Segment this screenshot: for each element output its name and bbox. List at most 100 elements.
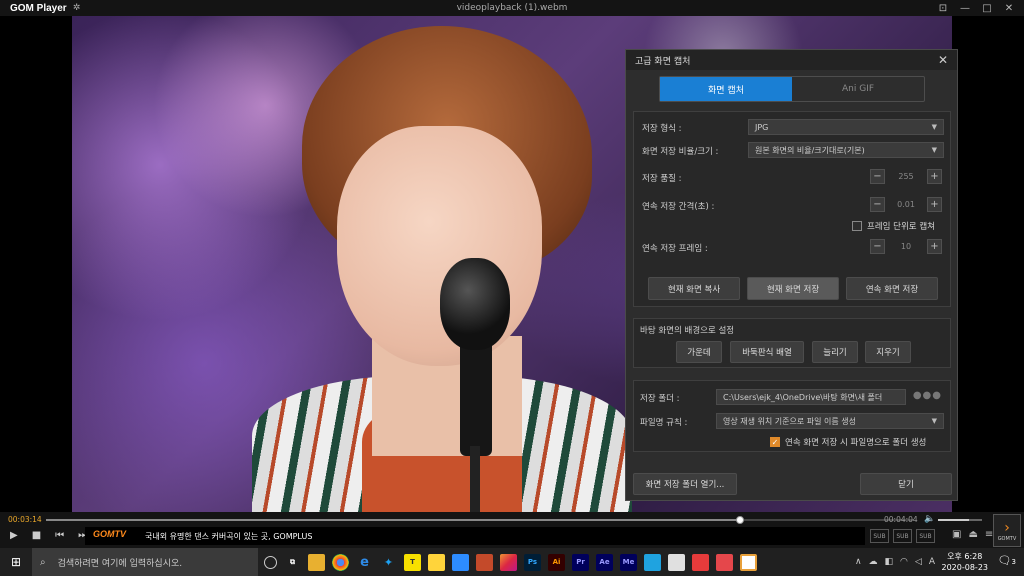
search-placeholder: 검색하려면 여기에 입력하십시오. bbox=[57, 558, 183, 569]
clock-date: 2020-08-23 bbox=[941, 563, 989, 572]
stop-icon[interactable]: ■ bbox=[32, 530, 41, 541]
network-icon[interactable]: ◧ bbox=[885, 557, 894, 567]
checkbox-box[interactable] bbox=[852, 221, 862, 231]
app-icon-blue[interactable] bbox=[644, 553, 661, 571]
minimize-icon[interactable]: — bbox=[954, 3, 976, 14]
close-icon[interactable]: ✕ bbox=[938, 53, 948, 67]
plus-icon[interactable]: + bbox=[927, 197, 942, 212]
browse-dots-icon[interactable]: ●●● bbox=[913, 390, 942, 401]
gomtv-side-button[interactable]: › GOMTV bbox=[993, 514, 1021, 547]
frames-label: 연속 저장 프레임 : bbox=[642, 244, 708, 254]
eject-icon[interactable]: ⏏ bbox=[968, 529, 977, 540]
cortana-icon[interactable] bbox=[264, 555, 277, 569]
chevron-up-icon[interactable]: ∧ bbox=[855, 557, 862, 567]
ie-icon[interactable]: e bbox=[356, 554, 373, 571]
seek-handle[interactable] bbox=[736, 516, 745, 524]
file-explorer-icon[interactable] bbox=[308, 553, 325, 571]
ime-icon[interactable]: A bbox=[929, 557, 935, 567]
folder-path-field[interactable]: C:\Users\ejk_4\OneDrive\바탕 화면\새 폴더 bbox=[716, 389, 906, 405]
media-encoder-icon[interactable]: Me bbox=[620, 553, 637, 571]
wallpaper-center-button[interactable]: 가운데 bbox=[676, 341, 722, 363]
sticky-notes-icon[interactable] bbox=[428, 553, 445, 571]
notification-icon[interactable]: 🗨3 bbox=[998, 554, 1016, 567]
volume-slider[interactable] bbox=[938, 519, 982, 521]
panel-header: 고급 화면 캡처 ✕ bbox=[626, 50, 957, 70]
checkbox-checked[interactable]: ✓ bbox=[770, 437, 780, 447]
kakaotalk-icon[interactable]: T bbox=[404, 553, 421, 571]
subtitle-button-3[interactable]: SUB bbox=[916, 529, 935, 543]
tab-screen-capture[interactable]: 화면 캡처 bbox=[660, 77, 792, 101]
illustrator-icon[interactable]: Ai bbox=[548, 553, 565, 571]
plus-icon[interactable]: + bbox=[927, 239, 942, 254]
app-icon-red[interactable] bbox=[692, 553, 709, 571]
menu-buttons: ▣ ⏏ ≡ bbox=[952, 529, 993, 540]
volume-level bbox=[938, 519, 969, 521]
interval-value[interactable]: 0.01 bbox=[885, 200, 927, 209]
windows-start-icon[interactable]: ⊞ bbox=[0, 548, 32, 576]
ratio-label: 화면 저장 비율/크기 : bbox=[642, 147, 719, 157]
ratio-select[interactable]: 원본 화면의 비율/크기대로(기본) ▼ bbox=[748, 142, 944, 158]
subtitle-button-2[interactable]: SUB bbox=[893, 529, 912, 543]
format-select[interactable]: JPG ▼ bbox=[748, 119, 944, 135]
close-window-icon[interactable]: ✕ bbox=[998, 3, 1020, 14]
wallpaper-stretch-button[interactable]: 늘리기 bbox=[812, 341, 858, 363]
wallpaper-tile-button[interactable]: 바둑판식 배열 bbox=[730, 341, 804, 363]
letterbox-left bbox=[0, 16, 72, 512]
frame-capture-checkbox[interactable]: 프레임 단위로 캡쳐 bbox=[852, 220, 935, 232]
camera-icon[interactable]: ▣ bbox=[952, 529, 961, 540]
cloud-icon[interactable]: ☁ bbox=[869, 557, 878, 567]
window-controls: ⊡ — □ ✕ bbox=[932, 0, 1020, 16]
subfolder-checkbox[interactable]: ✓ 연속 화면 저장 시 파일명으로 폴더 생성 bbox=[770, 436, 926, 448]
open-folder-button[interactable]: 화면 저장 폴더 열기... bbox=[633, 473, 737, 495]
speaker-icon[interactable]: ◁ bbox=[915, 557, 922, 567]
minus-icon[interactable]: − bbox=[870, 169, 885, 184]
play-icon[interactable]: ▶ bbox=[10, 530, 18, 541]
plus-icon[interactable]: + bbox=[927, 169, 942, 184]
wifi-icon[interactable]: ◠ bbox=[900, 557, 908, 567]
app-icon-red-2[interactable] bbox=[716, 553, 733, 571]
premiere-icon[interactable]: Pr bbox=[572, 553, 589, 571]
chevron-right-icon: › bbox=[1004, 519, 1010, 536]
quality-value[interactable]: 255 bbox=[885, 172, 927, 181]
interval-label: 연속 저장 간격(초) : bbox=[642, 202, 715, 212]
calculator-icon[interactable] bbox=[668, 553, 685, 571]
frames-value[interactable]: 10 bbox=[885, 242, 927, 251]
close-button[interactable]: 닫기 bbox=[860, 473, 952, 495]
search-icon: ⌕ bbox=[40, 556, 46, 568]
ratio-value: 원본 화면의 비율/크기대로(기본) bbox=[755, 145, 865, 155]
filename-rule-select[interactable]: 영상 재생 위치 기준으로 파일 이름 생성 ▼ bbox=[716, 413, 944, 429]
after-effects-icon[interactable]: Ae bbox=[596, 553, 613, 571]
total-time: 00:04:04 bbox=[884, 515, 918, 524]
subtitle-button-1[interactable]: SUB bbox=[870, 529, 889, 543]
game-icon[interactable] bbox=[476, 553, 493, 571]
photoshop-icon[interactable]: Ps bbox=[524, 553, 541, 571]
chrome-icon[interactable] bbox=[332, 553, 349, 571]
seek-bar[interactable] bbox=[46, 516, 914, 524]
advanced-capture-panel: 고급 화면 캡처 ✕ 화면 캡처 Ani GIF 저장 형식 : JPG ▼ 화면… bbox=[625, 49, 958, 501]
continuous-save-button[interactable]: 연속 화면 저장 bbox=[846, 277, 938, 300]
wallpaper-clear-button[interactable]: 지우기 bbox=[865, 341, 911, 363]
zoom-icon[interactable] bbox=[452, 553, 469, 571]
minus-icon[interactable]: − bbox=[870, 197, 885, 212]
minus-icon[interactable]: − bbox=[870, 239, 885, 254]
maximize-icon[interactable]: □ bbox=[976, 3, 998, 14]
wallpaper-section: 바탕 화면의 배경으로 설정 가운데 바둑판식 배열 늘리기 지우기 bbox=[633, 318, 951, 368]
taskbar-clock[interactable]: 오후 6:28 2020-08-23 bbox=[942, 551, 989, 573]
copy-screen-button[interactable]: 현재 화면 복사 bbox=[648, 277, 740, 300]
task-view-icon[interactable]: ⧉ bbox=[284, 554, 301, 571]
gom-player-taskbar-icon[interactable] bbox=[740, 553, 757, 571]
video-microphone-head bbox=[440, 258, 510, 350]
ticker-text[interactable]: 국내외 유명한 댄스 커버곡이 있는 곳, GOMPLUS bbox=[145, 531, 312, 542]
gomtv-logo[interactable]: GOMTV bbox=[93, 529, 126, 539]
folder-path-value: C:\Users\ejk_4\OneDrive\바탕 화면\새 폴더 bbox=[723, 392, 883, 402]
pin-icon[interactable]: ⊡ bbox=[932, 3, 954, 14]
quality-stepper: − 255 + bbox=[870, 169, 942, 184]
twitter-icon[interactable]: ✦ bbox=[380, 554, 397, 571]
prev-icon[interactable]: ⏮ bbox=[55, 530, 64, 541]
camera-app-icon[interactable] bbox=[500, 553, 517, 571]
volume-icon[interactable]: 🔈 bbox=[924, 514, 935, 524]
interval-stepper: − 0.01 + bbox=[870, 197, 942, 212]
taskbar-search[interactable]: ⌕ 검색하려면 여기에 입력하십시오. bbox=[32, 548, 258, 576]
tab-ani-gif[interactable]: Ani GIF bbox=[792, 77, 924, 101]
save-screen-button[interactable]: 현재 화면 저장 bbox=[747, 277, 839, 300]
